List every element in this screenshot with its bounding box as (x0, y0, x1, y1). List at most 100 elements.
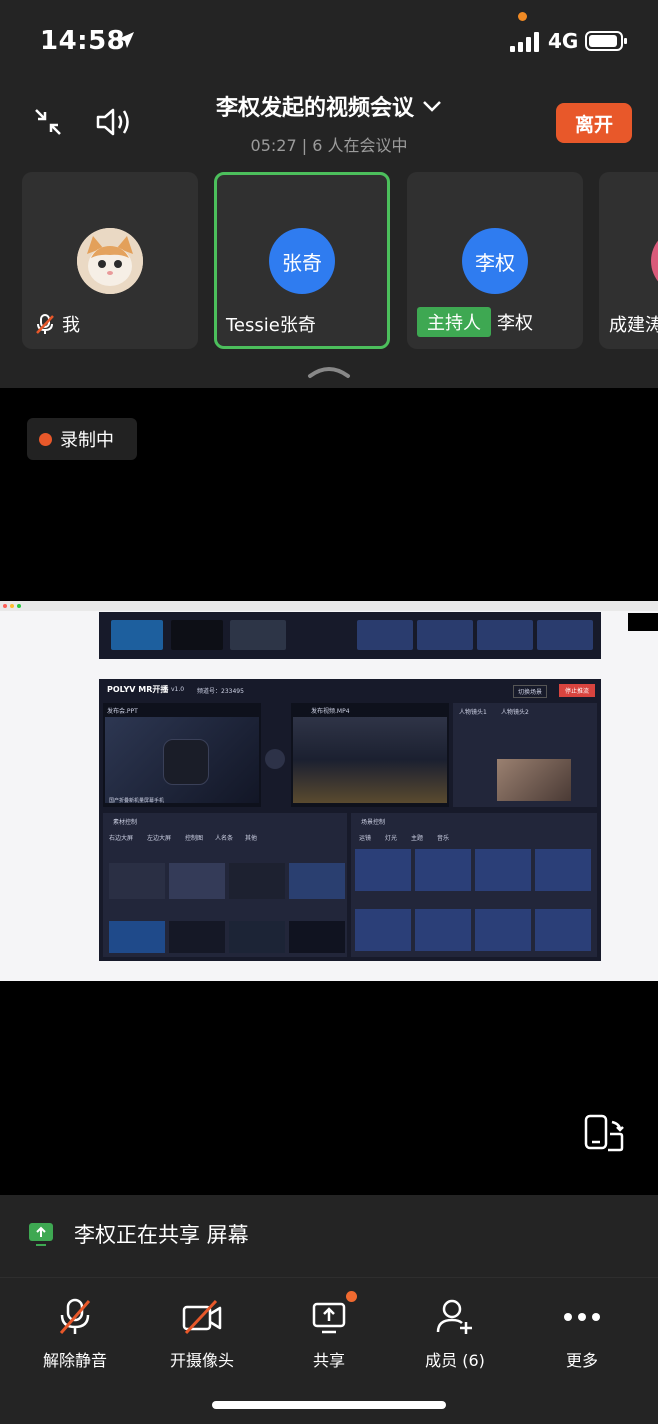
avatar (651, 228, 658, 294)
minimize-arrows-icon (35, 109, 61, 135)
camera-on-button[interactable]: 开摄像头 (147, 1295, 257, 1371)
camera-off-icon (182, 1299, 222, 1335)
scene-tab: 运镜 (359, 835, 372, 842)
camera-panel: 人物镜头1 人物镜头2 (453, 703, 597, 807)
thumb (357, 620, 413, 650)
participant-name: 主持人 李权 (417, 307, 533, 337)
share-screen-icon (312, 1302, 346, 1334)
material-tab: 左边大屏 (147, 835, 172, 842)
window-title-bar (0, 601, 658, 611)
chevron-down-icon (423, 101, 441, 112)
meeting-title[interactable]: 李权发起的视频会议 (216, 90, 442, 122)
thumb (417, 620, 473, 650)
separator: | (301, 136, 313, 155)
screen-share-indicator-icon (29, 1223, 53, 1246)
city-skyline-graphic (293, 717, 447, 803)
scene-strip-top (99, 612, 601, 659)
participant-name: Tessie张奇 (226, 315, 316, 336)
stop-stream-button: 停止推流 (559, 684, 596, 697)
material-tab: 其他 (245, 835, 258, 842)
thumb (230, 620, 286, 650)
meeting-title-block[interactable]: 李权发起的视频会议 05:27 | 6 人在会议中 (150, 90, 508, 156)
more-icon (564, 1313, 600, 1321)
add-member-icon (436, 1299, 472, 1334)
app-brand: POLYV MR开播 (107, 685, 169, 694)
more-button[interactable]: 更多 (527, 1295, 637, 1371)
material-tab: 右边大屏 (109, 835, 134, 842)
black-overlay (628, 613, 658, 631)
thumb (537, 620, 593, 650)
home-indicator[interactable] (212, 1401, 446, 1409)
preview-panel: 发布会.PPT 国产折叠新机量屏幕手机 (103, 703, 261, 807)
cam1-tab: 人物镜头1 (459, 709, 487, 716)
collapse-handle-icon[interactable] (306, 362, 352, 380)
rotate-screen-icon[interactable] (582, 1112, 626, 1156)
recording-badge[interactable]: 录制中 (27, 418, 137, 460)
minimize-dot (10, 604, 14, 608)
meeting-subtitle: 05:27 | 6 人在会议中 (150, 132, 508, 156)
scene-tab: 主题 (411, 835, 424, 842)
participant-tile-me[interactable]: 我 (22, 172, 198, 349)
cat-avatar-icon (77, 228, 143, 294)
scene-tab: 音乐 (437, 835, 450, 842)
close-dot (3, 604, 7, 608)
preview-label: 发布会.PPT (107, 708, 138, 715)
phone-camera-graphic (163, 739, 209, 785)
location-arrow-icon (118, 32, 134, 48)
shared-screen[interactable]: POLYV MR开播 v1.0 频道号：233495 切换场景 停止推流 发布会… (0, 601, 658, 981)
program-panel: 发布视频.MP4 (291, 703, 449, 807)
participant-tile-tessie[interactable]: 张奇 Tessie张奇 (214, 172, 390, 349)
host-badge: 主持人 (417, 307, 491, 337)
participant-tile-liquan[interactable]: 李权 主持人 李权 (407, 172, 583, 349)
unmute-button[interactable]: 解除静音 (20, 1295, 130, 1371)
scene-tab: 灯光 (385, 835, 398, 842)
speaker-icon (96, 108, 129, 136)
minimize-button[interactable] (26, 100, 70, 144)
participant-name: 我 (34, 311, 80, 337)
material-panel: 素材控制 右边大屏 左边大屏 控制图 人名条 其他 (103, 813, 347, 957)
scene-title: 场景控制 (361, 819, 386, 826)
sharing-status: 李权正在共享 屏幕 (28, 1219, 249, 1249)
phone-caption: 国产折叠新机量屏幕手机 (109, 798, 165, 804)
material-title: 素材控制 (113, 819, 138, 826)
network-type: 4G (548, 29, 579, 53)
thumb (477, 620, 533, 650)
presenter-photo (497, 759, 571, 801)
cam2-tab: 人物镜头2 (501, 709, 529, 716)
bottom-toolbar-area: 李权正在共享 屏幕 解除静音 开摄像头 共享 成员 (6) 更多 (0, 1195, 658, 1424)
notification-dot (346, 1291, 357, 1302)
thumb (111, 620, 163, 650)
clock: 14:58 (40, 26, 126, 56)
switch-scene-button: 切换场景 (513, 685, 548, 698)
participant-count: 6 人在会议中 (312, 136, 408, 155)
divider (0, 1277, 658, 1278)
participant-tile-partial[interactable]: 成建涛 (599, 172, 658, 349)
recording-dot (39, 432, 52, 446)
zoom-dot (17, 604, 21, 608)
mic-muted-icon (36, 314, 54, 334)
speaker-button[interactable] (92, 100, 136, 144)
meeting-header-area: 14:58 4G 李权发起的视频会议 05:27 | 6 人在会议中 离开 我 … (0, 0, 658, 388)
mr-app-window: POLYV MR开播 v1.0 频道号：233495 切换场景 停止推流 发布会… (99, 679, 601, 961)
members-button[interactable]: 成员 (6) (400, 1295, 510, 1371)
avatar: 李权 (462, 228, 528, 294)
camera-in-use-dot (518, 12, 527, 21)
material-tab: 人名条 (215, 835, 234, 842)
app-version: v1.0 (171, 686, 185, 693)
room-id: 频道号：233495 (197, 688, 244, 695)
status-bar: 14:58 4G (0, 0, 658, 84)
meeting-duration: 05:27 (250, 136, 297, 155)
mic-off-icon (59, 1298, 91, 1334)
share-button[interactable]: 共享 (274, 1291, 384, 1371)
scene-panel: 场景控制 运镜 灯光 主题 音乐 (351, 813, 597, 957)
thumb (171, 620, 223, 650)
material-tab: 控制图 (185, 835, 204, 842)
participant-name: 成建涛 (609, 315, 658, 336)
program-label: 发布视频.MP4 (311, 708, 350, 715)
swap-icon (265, 749, 285, 769)
avatar (77, 228, 143, 294)
signal-strength-icon (510, 32, 539, 52)
leave-button[interactable]: 离开 (556, 103, 632, 143)
battery-icon (585, 31, 627, 51)
avatar: 张奇 (269, 228, 335, 294)
